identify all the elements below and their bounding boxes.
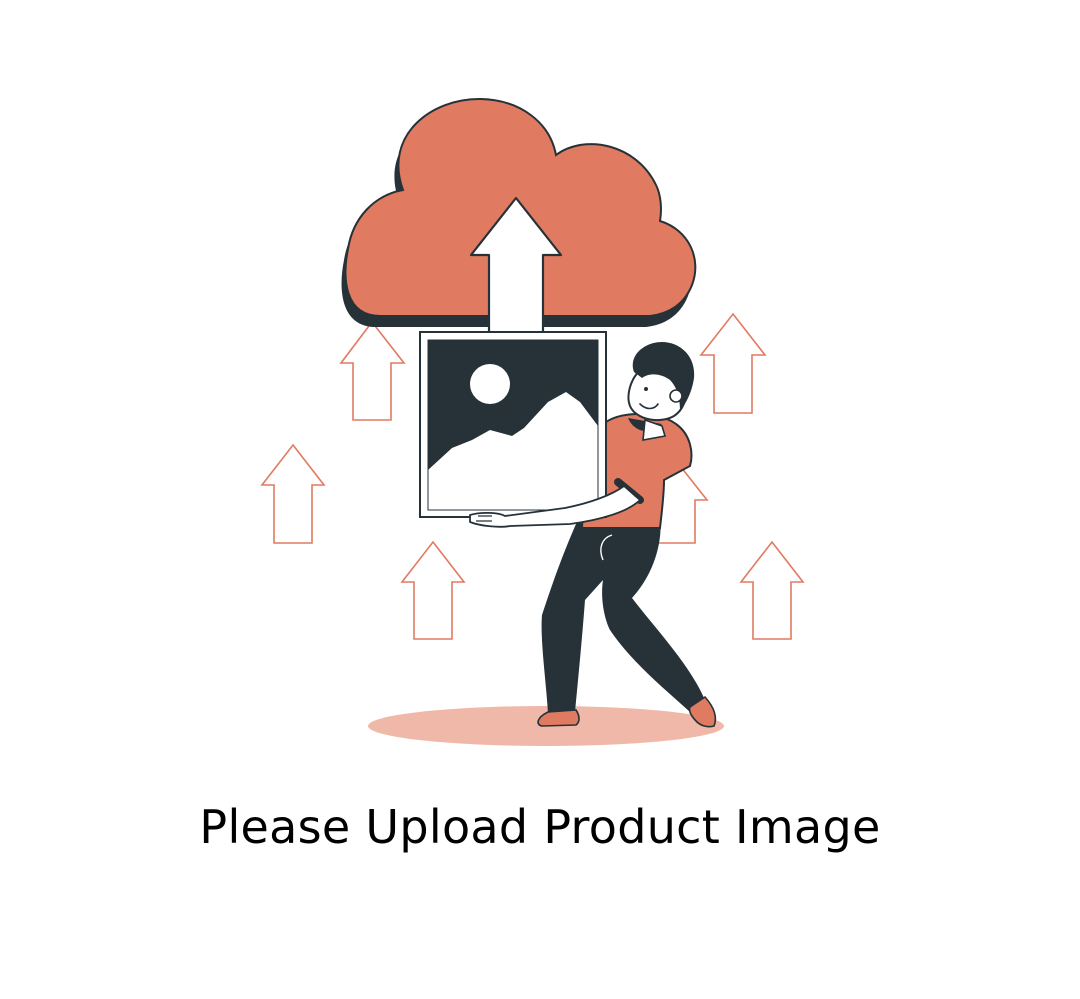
upload-placeholder: Please Upload Product Image [0, 0, 1080, 999]
up-arrow-icon [739, 540, 805, 640]
up-arrow-icon [339, 320, 406, 421]
cloud-upload-icon [341, 97, 697, 336]
person-legs [537, 512, 717, 728]
up-arrow-icon [400, 540, 466, 640]
up-arrow-icon [260, 443, 326, 544]
image-placeholder-icon [419, 331, 607, 518]
upload-prompt-text: Please Upload Product Image [199, 800, 881, 854]
up-arrow-icon [699, 312, 767, 414]
